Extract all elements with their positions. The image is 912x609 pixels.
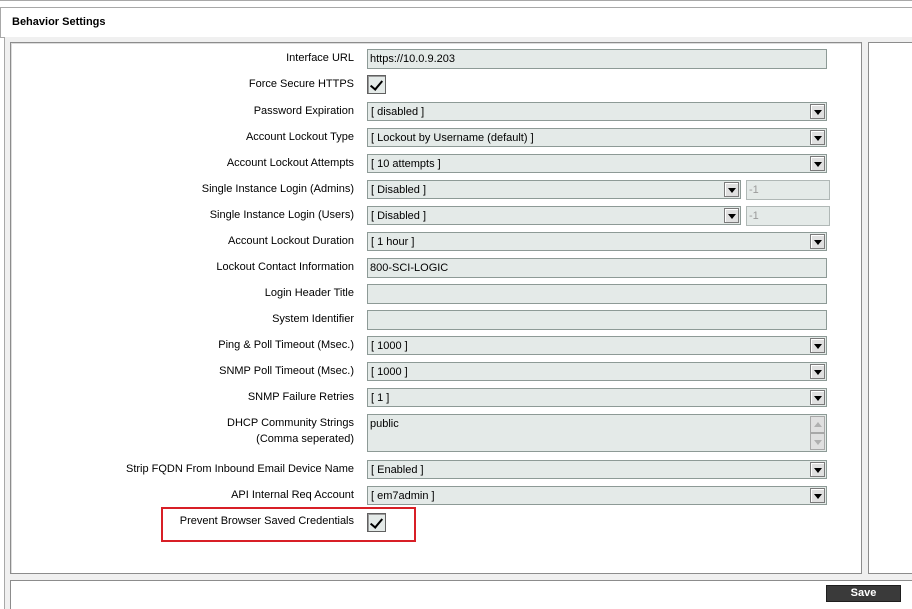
scroll-up-icon[interactable]	[810, 416, 825, 433]
ping-poll-timeout-value: [ 1000 ]	[371, 340, 408, 352]
chevron-down-icon[interactable]	[724, 182, 739, 197]
api-internal-req-account-select[interactable]: [ em7admin ]	[367, 486, 827, 505]
dhcp-community-strings-hint: (Comma seperated)	[256, 433, 354, 445]
annotation-highlight-box	[161, 507, 416, 542]
api-internal-req-account-value: [ em7admin ]	[371, 490, 435, 502]
chevron-down-icon[interactable]	[810, 104, 825, 119]
single-instance-users-select[interactable]: [ Disabled ]	[367, 206, 741, 225]
single-instance-admins-limit-input[interactable]: -1	[746, 180, 830, 200]
chevron-down-icon[interactable]	[810, 130, 825, 145]
password-expiration-label: Password Expiration	[253, 105, 354, 117]
snmp-failure-retries-select[interactable]: [ 1 ]	[367, 388, 827, 407]
page-title: Behavior Settings	[12, 16, 106, 28]
dhcp-community-strings-value: public	[370, 418, 399, 430]
account-lockout-duration-label: Account Lockout Duration	[228, 235, 354, 247]
ping-poll-timeout-select[interactable]: [ 1000 ]	[367, 336, 827, 355]
single-instance-admins-label: Single Instance Login (Admins)	[201, 183, 354, 195]
chevron-down-icon[interactable]	[810, 364, 825, 379]
dhcp-community-strings-label: DHCP Community Strings	[227, 417, 354, 429]
account-lockout-attempts-value: [ 10 attempts ]	[371, 158, 441, 170]
password-expiration-select[interactable]: [ disabled ]	[367, 102, 827, 121]
dhcp-community-strings-textarea[interactable]: public	[367, 414, 827, 452]
single-instance-admins-value: [ Disabled ]	[371, 184, 427, 196]
account-lockout-type-select[interactable]: [ Lockout by Username (default) ]	[367, 128, 827, 147]
strip-fqdn-label: Strip FQDN From Inbound Email Device Nam…	[125, 463, 354, 475]
interface-url-input[interactable]: https://10.0.9.203	[367, 49, 827, 69]
account-lockout-duration-select[interactable]: [ 1 hour ]	[367, 232, 827, 251]
single-instance-users-limit-input[interactable]: -1	[746, 206, 830, 226]
account-lockout-attempts-select[interactable]: [ 10 attempts ]	[367, 154, 827, 173]
account-lockout-attempts-label: Account Lockout Attempts	[226, 157, 354, 169]
force-secure-https-label: Force Secure HTTPS	[248, 78, 354, 90]
system-identifier-input[interactable]	[367, 310, 827, 330]
chevron-down-icon[interactable]	[810, 234, 825, 249]
chevron-down-icon[interactable]	[810, 462, 825, 477]
interface-url-label: Interface URL	[286, 52, 354, 64]
snmp-failure-retries-label: SNMP Failure Retries	[247, 391, 354, 403]
single-instance-admins-select[interactable]: [ Disabled ]	[367, 180, 741, 199]
chevron-down-icon[interactable]	[810, 390, 825, 405]
chevron-down-icon[interactable]	[810, 338, 825, 353]
single-instance-users-label: Single Instance Login (Users)	[209, 209, 354, 221]
login-header-title-label: Login Header Title	[264, 287, 354, 299]
snmp-failure-retries-value: [ 1 ]	[371, 392, 390, 404]
account-lockout-type-value: [ Lockout by Username (default) ]	[371, 132, 534, 144]
account-lockout-type-label: Account Lockout Type	[245, 131, 354, 143]
snmp-poll-timeout-value: [ 1000 ]	[371, 366, 408, 378]
single-instance-users-value: [ Disabled ]	[371, 210, 427, 222]
chevron-down-icon[interactable]	[810, 488, 825, 503]
strip-fqdn-value: [ Enabled ]	[371, 464, 424, 476]
window-top-frame	[0, 0, 912, 8]
account-lockout-duration-value: [ 1 hour ]	[371, 236, 415, 248]
scroll-down-icon[interactable]	[810, 433, 825, 450]
ping-poll-timeout-label: Ping & Poll Timeout (Msec.)	[218, 339, 354, 351]
api-internal-req-account-label: API Internal Req Account	[231, 489, 354, 501]
strip-fqdn-select[interactable]: [ Enabled ]	[367, 460, 827, 479]
footer-panel	[10, 580, 912, 609]
force-secure-https-checkbox[interactable]	[367, 75, 386, 94]
chevron-down-icon[interactable]	[724, 208, 739, 223]
lockout-contact-info-label: Lockout Contact Information	[216, 261, 354, 273]
panel-titlebar: Behavior Settings	[0, 8, 912, 38]
snmp-poll-timeout-label: SNMP Poll Timeout (Msec.)	[219, 365, 354, 377]
password-expiration-value: [ disabled ]	[371, 106, 425, 118]
system-identifier-label: System Identifier	[272, 313, 354, 325]
chevron-down-icon[interactable]	[810, 156, 825, 171]
snmp-poll-timeout-select[interactable]: [ 1000 ]	[367, 362, 827, 381]
save-button[interactable]: Save	[826, 585, 901, 602]
lockout-contact-info-input[interactable]: 800-SCI-LOGIC	[367, 258, 827, 278]
side-panel	[868, 42, 912, 574]
login-header-title-input[interactable]	[367, 284, 827, 304]
